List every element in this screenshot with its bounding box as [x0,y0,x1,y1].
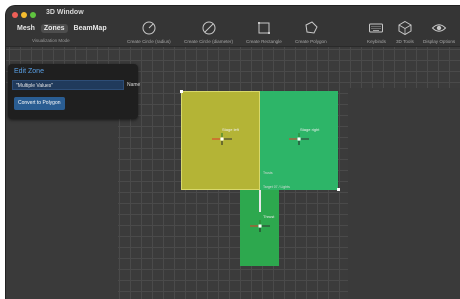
create-polygon-button[interactable]: Create Polygon [295,20,327,44]
canvas-annotation: Target 07 / Lights [263,185,290,189]
edit-zone-panel: Edit Zone "Multiple Values" Name Convert… [8,64,141,119]
polygon-icon [305,21,318,34]
transform-gizmo[interactable] [248,219,272,233]
rectangle-icon [257,22,270,34]
close-window-button[interactable] [12,12,18,18]
zone-name-label: Name [127,82,141,88]
tool-label: Create Polygon [295,39,327,44]
mode-beammap[interactable]: BeamMap [71,24,110,33]
eye-icon [431,24,447,32]
viewport-left-margin [6,88,118,299]
tool-label: Create Circle (radius) [127,39,171,44]
keyboard-icon [369,23,384,33]
minimize-window-button[interactable] [21,12,27,18]
zone-divider-line [259,190,261,212]
maximize-window-button[interactable] [30,12,36,18]
3d-tools-button[interactable]: 3D Tools [396,20,414,44]
tool-label: Create Rectangle [246,39,282,44]
transform-gizmo[interactable] [210,132,234,146]
app-window: 3D Window Mesh Zones BeamMap Visualizati… [6,6,460,299]
zone-name-field[interactable]: "Multiple Values" [12,80,124,90]
create-circle-diameter-button[interactable]: Create Circle (diameter) [184,20,233,44]
mode-zones[interactable]: Zones [40,24,68,33]
circle-radius-icon [142,21,156,35]
resize-handle[interactable] [337,188,340,191]
convert-to-polygon-button[interactable]: Convert to Polygon [14,97,65,110]
title-bar: 3D Window Mesh Zones BeamMap Visualizati… [6,6,460,47]
transform-gizmo[interactable] [287,132,311,146]
window-title: 3D Window [46,9,84,16]
tool-label: Keybinds [367,39,386,44]
3d-tools-icon [398,20,412,36]
viewport-right-margin [348,88,460,299]
resize-handle[interactable] [180,90,183,93]
create-circle-radius-button[interactable]: Create Circle (radius) [127,20,171,44]
tool-label: Create Circle (diameter) [184,39,234,44]
create-rectangle-button[interactable]: Create Rectangle [246,20,282,44]
circle-diameter-icon [202,21,215,35]
tool-label: 3D Tools [396,39,414,44]
panel-title: Edit Zone [14,68,44,75]
visualization-mode-selector: Mesh Zones BeamMap [14,24,110,33]
mode-caption: Visualization Mode [32,38,70,43]
tool-label: Display Options [423,39,456,44]
keybinds-button[interactable]: Keybinds [367,20,386,44]
mode-mesh[interactable]: Mesh [14,24,38,33]
display-options-button[interactable]: Display Options [423,20,455,44]
canvas-annotation: Trusts [263,171,273,175]
